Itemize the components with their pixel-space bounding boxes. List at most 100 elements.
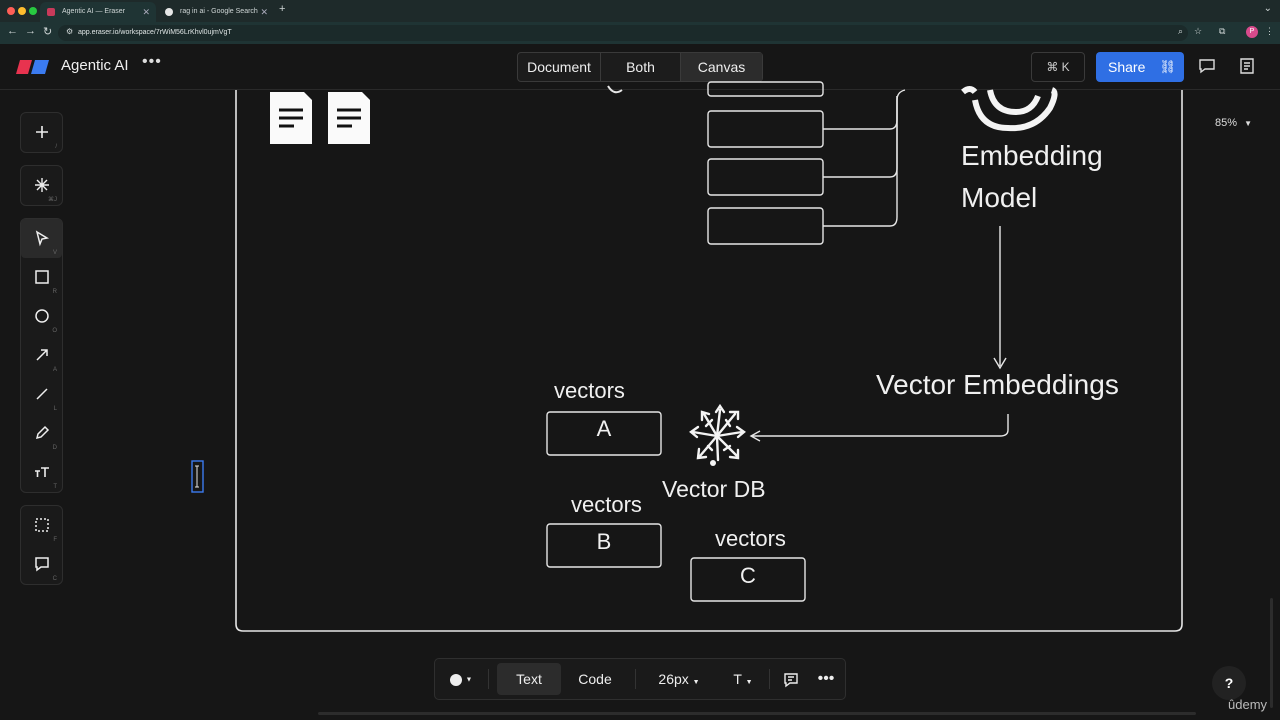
text-tool-button[interactable]: T <box>21 453 62 492</box>
shortcut-hint: V <box>52 250 57 256</box>
shortcut-hint: L <box>53 406 57 412</box>
vector-embeddings-label[interactable]: Vector Embeddings <box>876 369 1119 401</box>
profile-avatar[interactable]: P <box>1246 26 1258 38</box>
comment-tool-button[interactable]: C <box>21 545 62 584</box>
vertical-scrollbar[interactable] <box>1270 598 1273 708</box>
zoom-level-dropdown[interactable]: 85% ▼ <box>1215 117 1252 129</box>
zoom-level-value: 85% <box>1215 117 1238 129</box>
chevron-down-icon: ▼ <box>1244 119 1253 128</box>
app-header: Agentic AI ••• Document Both Canvas ⌘ K … <box>0 44 1280 90</box>
pencil-icon <box>35 425 50 440</box>
browser-address-bar: ← → ↻ app.eraser.io/workspace/7rWiM56LrK… <box>0 22 1280 44</box>
outline-panel-icon[interactable] <box>1238 57 1256 75</box>
google-favicon-icon <box>165 8 173 16</box>
ai-assist-button[interactable]: ⌘J <box>21 166 62 205</box>
copy-link-icon[interactable]: ⛓ <box>1159 52 1176 82</box>
shortcut-hint: C <box>52 576 57 582</box>
font-style-dropdown[interactable]: T ▼ <box>723 659 763 699</box>
text-size-icon <box>35 467 49 477</box>
chevron-down-icon: ▼ <box>745 679 753 686</box>
view-switcher: Document Both Canvas <box>517 52 763 82</box>
tab-close-icon[interactable]: ✕ <box>142 2 150 22</box>
vectors-c-title[interactable]: vectors <box>715 526 786 552</box>
share-label: Share <box>1108 59 1146 75</box>
text-cursor-icon <box>195 465 199 488</box>
vectors-b-value[interactable]: B <box>547 529 661 555</box>
view-document-button[interactable]: Document <box>518 53 601 81</box>
reload-icon[interactable]: ↻ <box>43 25 52 38</box>
bookmark-star-icon[interactable]: ☆ <box>1194 26 1202 37</box>
vectors-b-title[interactable]: vectors <box>571 492 642 518</box>
code-mode-button[interactable]: Code <box>563 659 627 699</box>
extensions-icon[interactable]: ⧉ <box>1219 26 1225 37</box>
font-size-dropdown[interactable]: 26px ▼ <box>645 659 713 699</box>
embedding-model-label-line2[interactable]: Model <box>961 182 1037 214</box>
arrow-tool-button[interactable]: A <box>21 336 62 375</box>
line-tool-button[interactable]: L <box>21 375 62 414</box>
more-format-options-icon[interactable]: ••• <box>811 659 841 699</box>
add-tool-group: / <box>20 112 63 153</box>
url-text: app.eraser.io/workspace/7rWiM56LrKhvl0uj… <box>78 29 232 36</box>
window-minimize-dot[interactable] <box>18 7 26 15</box>
square-icon <box>35 270 49 284</box>
zoom-lens-icon[interactable]: ⌕ <box>1178 26 1183 37</box>
model-arrow-head <box>993 357 1007 370</box>
back-arrow-icon[interactable]: ← <box>7 25 18 37</box>
vectors-c-value[interactable]: C <box>691 563 805 589</box>
window-zoom-dot[interactable] <box>29 7 37 15</box>
shortcut-hint: O <box>52 328 57 334</box>
select-tool-button[interactable]: V <box>21 219 62 258</box>
document-title[interactable]: Agentic AI <box>61 57 129 74</box>
tab-title: Agentic AI — Eraser <box>62 8 126 15</box>
frame-icon <box>35 518 49 532</box>
pencil-tool-button[interactable]: D <box>21 414 62 453</box>
vector-db-label[interactable]: Vector DB <box>662 476 766 503</box>
chunk-connector <box>823 96 898 178</box>
document-icon <box>270 92 312 144</box>
more-options-icon[interactable]: ••• <box>142 53 162 71</box>
horizontal-scrollbar[interactable] <box>318 712 1196 715</box>
text-color-picker[interactable]: ▼ <box>445 659 477 699</box>
vectors-a-title[interactable]: vectors <box>554 378 625 404</box>
browser-tab-google[interactable]: rag in ai - Google Search ✕ <box>158 2 274 22</box>
font-style-value: T <box>733 671 742 687</box>
window-close-dot[interactable] <box>7 7 15 15</box>
eraser-logo-icon[interactable] <box>16 60 50 74</box>
vector-db-icon <box>689 403 746 462</box>
url-field[interactable]: app.eraser.io/workspace/7rWiM56LrKhvl0uj… <box>58 25 1188 41</box>
embeddings-arrow-head <box>749 430 761 442</box>
drawing-tools-group: V R O A L D T <box>20 218 63 493</box>
new-tab-button[interactable]: + <box>279 3 285 15</box>
embedding-model-label-line1[interactable]: Embedding <box>961 140 1103 172</box>
shortcut-hint: D <box>52 445 57 451</box>
command-palette-button[interactable]: ⌘ K <box>1031 52 1085 82</box>
browser-tab-eraser[interactable]: Agentic AI — Eraser ✕ <box>40 2 156 22</box>
comments-panel-icon[interactable] <box>1198 57 1216 75</box>
site-info-icon[interactable]: ⚙ <box>66 27 73 36</box>
text-mode-button[interactable]: Text <box>497 663 561 695</box>
rectangle-tool-button[interactable]: R <box>21 258 62 297</box>
add-comment-icon[interactable] <box>782 671 800 689</box>
line-icon <box>36 388 48 400</box>
chevron-down-icon: ▼ <box>692 679 700 686</box>
browser-menu-icon[interactable]: ⋮ <box>1265 26 1274 37</box>
tab-close-icon[interactable]: ✕ <box>260 2 268 22</box>
frame-tools-group: F C <box>20 505 63 585</box>
vectors-a-value[interactable]: A <box>547 416 661 442</box>
view-canvas-button[interactable]: Canvas <box>681 53 762 81</box>
chunk-box <box>707 158 824 196</box>
forward-arrow-icon[interactable]: → <box>25 25 36 37</box>
ellipse-tool-button[interactable]: O <box>21 297 62 336</box>
tab-search-chevron-icon[interactable]: ⌄ <box>1264 3 1272 14</box>
browser-tab-bar: Agentic AI — Eraser ✕ rag in ai - Google… <box>0 0 1280 22</box>
openai-logo-icon <box>961 86 1058 132</box>
diagram-canvas[interactable] <box>0 0 1280 720</box>
help-button[interactable]: ? <box>1212 666 1246 700</box>
add-button[interactable]: / <box>21 113 62 152</box>
tab-title: rag in ai - Google Search <box>180 8 258 15</box>
share-button[interactable]: Share ⛓ <box>1096 52 1184 82</box>
font-size-value: 26px <box>658 671 689 687</box>
view-both-button[interactable]: Both <box>601 53 681 81</box>
ai-tool-group: ⌘J <box>20 165 63 206</box>
frame-tool-button[interactable]: F <box>21 506 62 545</box>
